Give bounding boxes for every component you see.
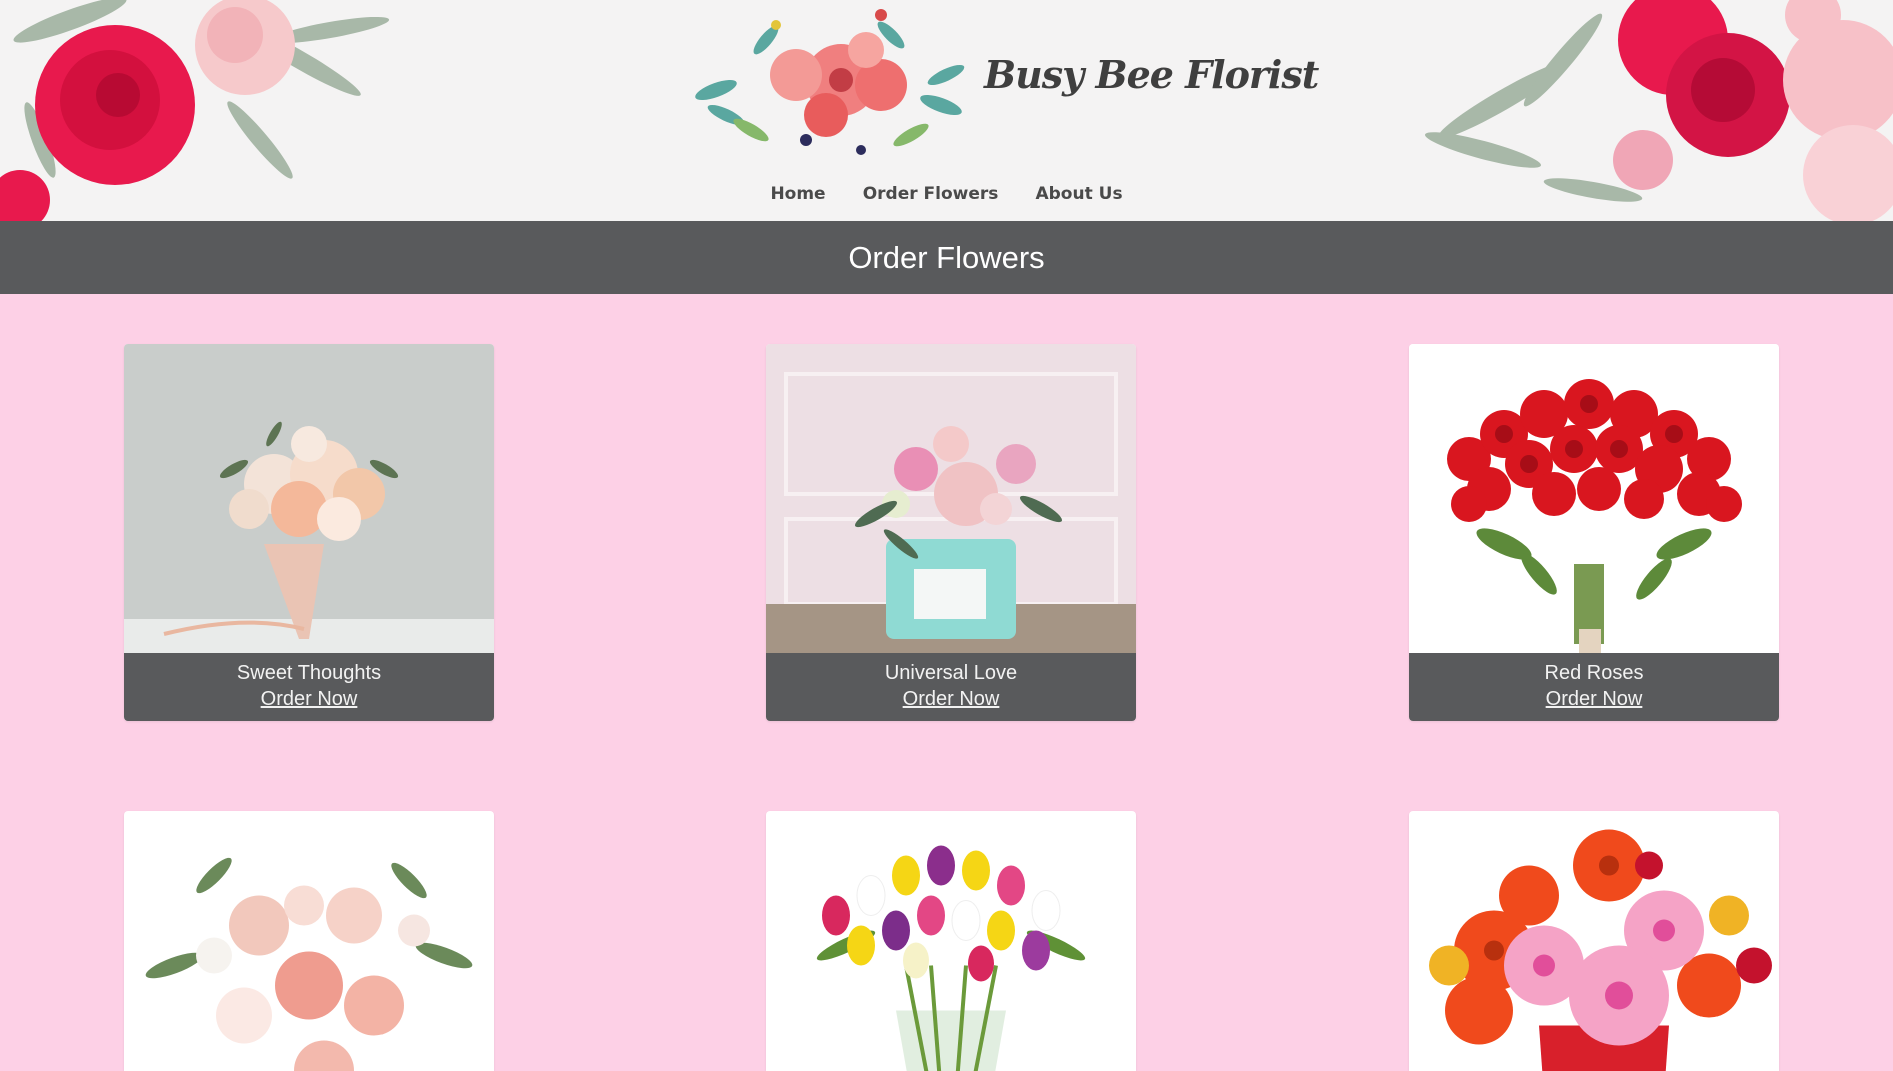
- order-now-link[interactable]: Order Now: [261, 685, 358, 713]
- product-card: Universal Love Order Now: [766, 344, 1136, 721]
- product-image-sweet-thoughts[interactable]: [124, 344, 494, 653]
- main-nav: Home Order Flowers About Us: [0, 184, 1893, 204]
- product-name: Sweet Thoughts: [124, 653, 494, 685]
- product-image-universal-love[interactable]: [766, 344, 1136, 653]
- brand-name: Busy Bee Florist: [984, 52, 1318, 112]
- product-image[interactable]: [124, 811, 494, 1071]
- product-image[interactable]: [1409, 811, 1779, 1071]
- product-card: [124, 811, 494, 1071]
- nav-home[interactable]: Home: [770, 184, 825, 204]
- nav-order-flowers[interactable]: Order Flowers: [863, 184, 999, 204]
- product-name: Red Roses: [1409, 653, 1779, 685]
- product-image[interactable]: [766, 811, 1136, 1071]
- order-now-link[interactable]: Order Now: [1546, 685, 1643, 713]
- product-caption: Sweet Thoughts Order Now: [124, 653, 494, 721]
- order-now-link[interactable]: Order Now: [903, 685, 1000, 713]
- nav-about-us[interactable]: About Us: [1035, 184, 1122, 204]
- site-header: Busy Bee Florist Home Order Flowers Abou…: [0, 0, 1893, 221]
- product-caption: Red Roses Order Now: [1409, 653, 1779, 721]
- product-name: Universal Love: [766, 653, 1136, 685]
- product-card: [1409, 811, 1779, 1071]
- page-title: Order Flowers: [0, 221, 1893, 294]
- product-card: Sweet Thoughts Order Now: [124, 344, 494, 721]
- product-caption: Universal Love Order Now: [766, 653, 1136, 721]
- product-card: Red Roses Order Now: [1409, 344, 1779, 721]
- bouquet-logo-icon: [676, 0, 986, 170]
- product-image-red-roses[interactable]: [1409, 344, 1779, 653]
- product-card: [766, 811, 1136, 1071]
